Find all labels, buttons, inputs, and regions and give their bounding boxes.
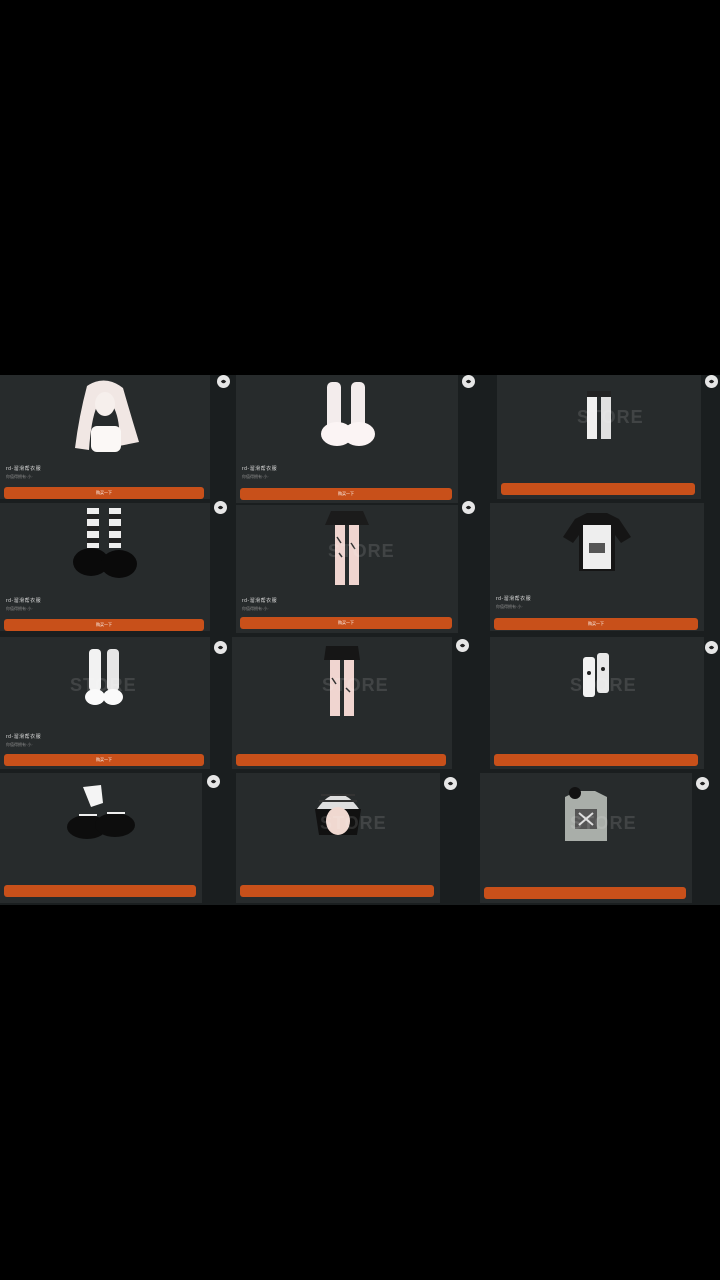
store-badge-icon[interactable] [207, 775, 220, 788]
shirt-icon [490, 503, 704, 585]
product-card[interactable]: STORE [490, 637, 704, 769]
buy-button[interactable]: 购买一下 [4, 487, 204, 499]
buy-button[interactable] [236, 754, 446, 766]
product-title: rd-溜滑帮衣服 [6, 466, 42, 472]
store-grid: rd-溜滑帮衣服 你值得拥有·小· 购买一下 rd-溜滑帮衣服 你值得拥有·小·… [0, 375, 720, 905]
product-title: rd-溜滑帮衣服 [6, 734, 42, 740]
product-title: rd-溜滑帮衣服 [242, 466, 278, 472]
product-card[interactable]: rd-溜滑帮衣服 你值得拥有·小· 购买一下 [236, 375, 458, 503]
product-card[interactable]: rd-溜滑帮衣服 你值得拥有·小· 购买一下 [0, 503, 210, 631]
store-badge-icon[interactable] [696, 777, 709, 790]
beanie-hair-icon [236, 773, 440, 855]
fluffy-leg-warmers-icon [236, 375, 458, 457]
product-title: rd-溜滑帮衣服 [242, 598, 278, 604]
buy-button[interactable]: 购买一下 [240, 617, 452, 629]
buy-button[interactable] [484, 887, 686, 899]
product-card[interactable]: STORE [232, 637, 452, 769]
buy-button[interactable] [494, 754, 698, 766]
product-title: rd-溜滑帮衣服 [496, 596, 532, 602]
product-subtitle: 你值得拥有·小· [242, 474, 269, 479]
shorts-tights-icon [232, 637, 452, 723]
platform-shoes-icon [0, 503, 210, 585]
product-card[interactable]: rd-溜滑帮衣服 你值得拥有·小· 购买一下 [490, 503, 704, 631]
product-subtitle: 你值得拥有·小· [6, 606, 33, 611]
skirt-tights-icon [236, 505, 458, 593]
buy-button[interactable] [240, 885, 434, 897]
product-card[interactable]: rd-溜滑帮衣服 你值得拥有·小· 购买一下 [0, 375, 210, 499]
buy-button[interactable]: 购买一下 [494, 618, 698, 630]
product-card[interactable]: STORE [236, 773, 440, 903]
leg-warmers-icon [497, 375, 701, 457]
store-badge-icon[interactable] [705, 375, 718, 388]
buy-button[interactable]: 购买一下 [4, 619, 204, 631]
hair-icon [0, 375, 210, 457]
product-subtitle: 你值得拥有·小· [496, 604, 523, 609]
buy-button[interactable] [501, 483, 695, 495]
product-card[interactable]: STORE [480, 773, 692, 903]
platform-shoes-icon [0, 773, 202, 855]
buy-button[interactable]: 购买一下 [4, 754, 204, 766]
store-badge-icon[interactable] [456, 639, 469, 652]
store-badge-icon[interactable] [462, 375, 475, 388]
leg-warmers-icon [490, 637, 704, 719]
product-subtitle: 你值得拥有·小· [242, 606, 269, 611]
store-badge-icon[interactable] [214, 501, 227, 514]
buy-button[interactable] [4, 885, 196, 897]
product-card[interactable]: STORE rd-溜滑帮衣服 你值得拥有·小· 购买一下 [236, 505, 458, 633]
store-badge-icon[interactable] [214, 641, 227, 654]
product-title: rd-溜滑帮衣服 [6, 598, 42, 604]
product-card[interactable]: STORE rd-溜滑帮衣服 你值得拥有·小· 购买一下 [0, 637, 210, 769]
buy-button[interactable]: 购买一下 [240, 488, 452, 500]
product-subtitle: 你值得拥有·小· [6, 474, 33, 479]
product-card[interactable] [0, 773, 202, 903]
graphic-top-icon [480, 773, 692, 855]
boots-icon [0, 637, 210, 719]
product-card[interactable]: STORE [497, 375, 701, 499]
store-badge-icon[interactable] [705, 641, 718, 654]
store-badge-icon[interactable] [444, 777, 457, 790]
store-badge-icon[interactable] [217, 375, 230, 388]
store-badge-icon[interactable] [462, 501, 475, 514]
product-subtitle: 你值得拥有·小· [6, 742, 33, 747]
